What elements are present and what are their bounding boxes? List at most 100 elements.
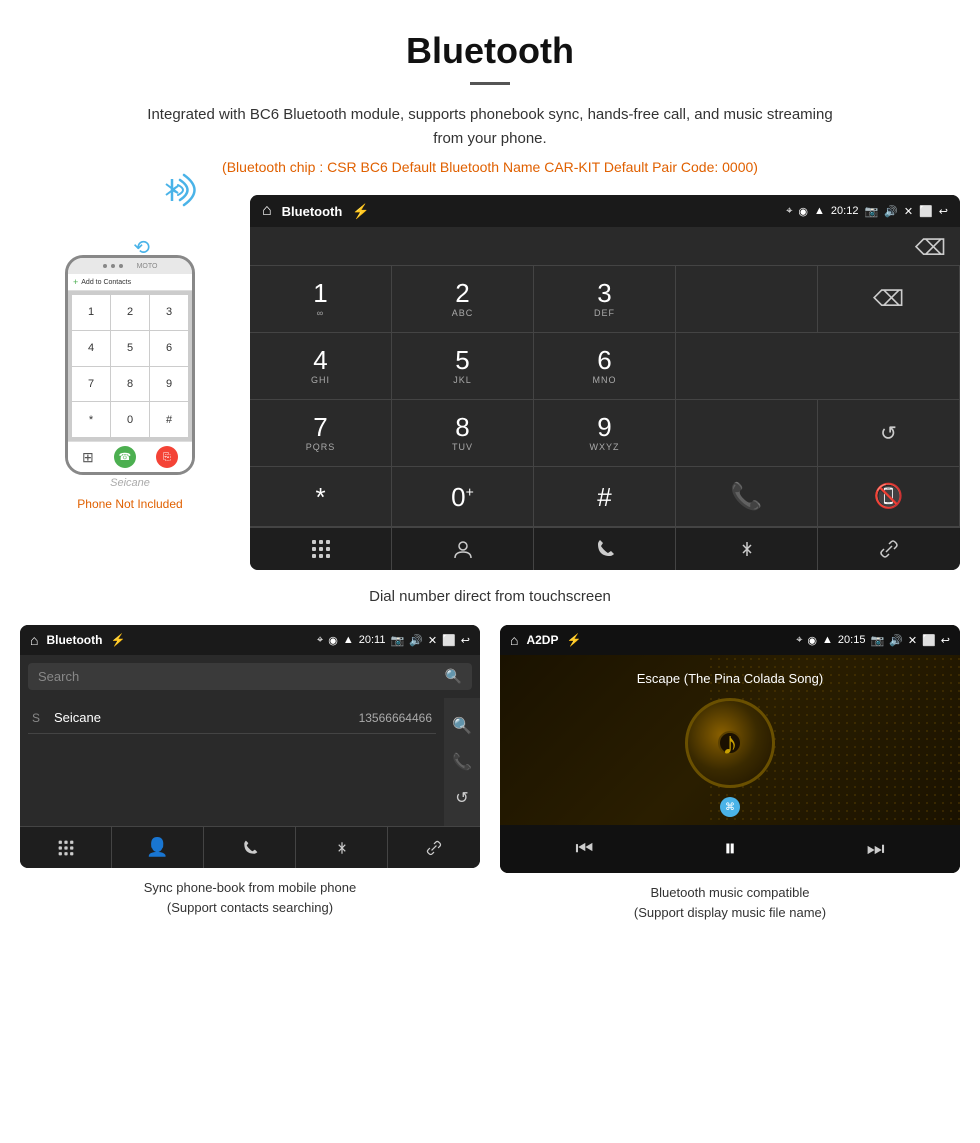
pb-tab-bar: 👤 — [20, 826, 480, 868]
empty-cell-row2 — [676, 333, 960, 400]
ms-play-pause-button[interactable]: ⏸ — [724, 835, 736, 863]
dial-key-3[interactable]: 3 DEF — [534, 266, 676, 333]
pb-side-actions: 🔍 📞 ↺ — [444, 698, 480, 826]
contacts-icon — [452, 538, 474, 560]
dial-key-7[interactable]: 7 PQRS — [250, 400, 392, 467]
tab-dialpad[interactable] — [250, 528, 392, 570]
dial-key-5[interactable]: 5 JKL — [392, 333, 534, 400]
phone-status-bar: MOTO — [68, 258, 192, 274]
pb-camera-icon: 📷 — [390, 634, 404, 647]
dial-key-star[interactable]: * — [250, 467, 392, 527]
music-panel: ⌂ A2DP ⚡ ⌖ ◉ ▲ 20:15 📷 🔊 ✕ ⬜ ↩ — [500, 625, 960, 922]
phone-mockup: MOTO + Add to Contacts 1 2 3 4 5 6 — [65, 255, 195, 475]
pb-search-action[interactable]: 🔍 — [452, 708, 472, 744]
window-icon: ⬜ — [919, 205, 933, 218]
tab-contacts[interactable] — [392, 528, 534, 570]
phone-call-button[interactable]: ☎ — [114, 446, 136, 468]
pb-call-action[interactable]: 📞 — [452, 744, 472, 780]
pb-search-bar[interactable]: Search 🔍 — [28, 663, 472, 690]
back-icon[interactable]: ↩ — [939, 205, 948, 218]
dial-key-4[interactable]: 4 GHI — [250, 333, 392, 400]
pb-location-icon: ◉ — [328, 634, 338, 647]
ms-back-icon[interactable]: ↩ — [941, 634, 950, 647]
ms-signal-icon: ▲ — [822, 634, 833, 646]
dial-key-0[interactable]: 0+ — [392, 467, 534, 527]
pb-search-icon: 🔍 — [445, 668, 462, 685]
pb-phone-icon — [241, 839, 259, 857]
backspace-button[interactable]: ⌫ — [915, 235, 946, 261]
pb-link-icon — [425, 839, 443, 857]
phonebook-panel: ⌂ Bluetooth ⚡ ⌖ ◉ ▲ 20:11 📷 🔊 ✕ ⬜ ↩ — [20, 625, 480, 922]
main-caption: Dial number direct from touchscreen — [369, 588, 611, 605]
music-screen: ⌂ A2DP ⚡ ⌖ ◉ ▲ 20:15 📷 🔊 ✕ ⬜ ↩ — [500, 625, 960, 873]
ms-home-icon[interactable]: ⌂ — [510, 632, 518, 648]
pb-contact-list: S Seicane 13566664466 — [20, 698, 444, 738]
pb-bt-icon: ⌖ — [317, 634, 323, 647]
main-content: ⟲ — [0, 185, 980, 932]
music-caption: Bluetooth music compatible (Support disp… — [634, 883, 826, 922]
pb-sync-action[interactable]: ↺ — [455, 780, 468, 816]
backspace-action[interactable]: ⌫ — [818, 266, 960, 333]
pb-tab-bt-2[interactable] — [296, 827, 388, 868]
pb-tab-calls-2[interactable] — [204, 827, 296, 868]
phonebook-caption: Sync phone-book from mobile phone (Suppo… — [144, 878, 356, 917]
call-action[interactable]: 📞 — [676, 467, 818, 527]
phonebook-screen: ⌂ Bluetooth ⚡ ⌖ ◉ ▲ 20:11 📷 🔊 ✕ ⬜ ↩ — [20, 625, 480, 868]
tab-calls[interactable] — [534, 528, 676, 570]
pb-signal-icon: ▲ — [343, 634, 354, 646]
seicane-watermark: Seicane — [110, 477, 150, 489]
dial-key-2[interactable]: 2 ABC — [392, 266, 534, 333]
link-icon — [878, 538, 900, 560]
time-display: 20:12 — [831, 205, 859, 217]
pb-home-icon[interactable]: ⌂ — [30, 632, 38, 648]
ms-camera-icon: 📷 — [870, 634, 884, 647]
bottom-section: ⌂ Bluetooth ⚡ ⌖ ◉ ▲ 20:11 📷 🔊 ✕ ⬜ ↩ — [20, 625, 960, 922]
refresh-action[interactable]: ↺ — [818, 400, 960, 467]
pb-tab-link-2[interactable] — [388, 827, 480, 868]
signal-icon: ▲ — [814, 205, 825, 217]
tab-settings-link[interactable] — [818, 528, 960, 570]
dial-key-9[interactable]: 9 WXYZ — [534, 400, 676, 467]
phone-end-button[interactable]: ⎘ — [156, 446, 178, 468]
dial-key-hash[interactable]: # — [534, 467, 676, 527]
dial-key-1[interactable]: 1 ∞ — [250, 266, 392, 333]
ms-content: Escape (The Pina Colada Song) ♪ ⌘ — [500, 655, 960, 825]
page-header: Bluetooth Integrated with BC6 Bluetooth … — [0, 0, 980, 185]
ms-controls: ⏮ ⏸ ⏭ — [500, 825, 960, 873]
tab-bluetooth[interactable] — [676, 528, 818, 570]
pb-tab-contacts-active[interactable]: 👤 — [112, 827, 204, 868]
pb-volume-icon: 🔊 — [409, 634, 423, 647]
dial-screen: ⌂ Bluetooth ⚡ ⌖ ◉ ▲ 20:12 📷 🔊 ✕ ⬜ ↩ — [250, 195, 960, 570]
ms-close-icon: ✕ — [908, 634, 917, 647]
ms-location-icon: ◉ — [807, 634, 817, 647]
end-call-action[interactable]: 📵 — [818, 467, 960, 527]
dial-key-8[interactable]: 8 TUV — [392, 400, 534, 467]
phone-screen: + Add to Contacts 1 2 3 4 5 6 7 8 9 — [68, 274, 192, 472]
pb-tab-dialpad[interactable] — [20, 827, 112, 868]
contact-letter: S — [32, 711, 48, 725]
pb-search-placeholder: Search — [38, 669, 79, 684]
usb-icon: ⚡ — [352, 203, 369, 220]
bt-waves-svg — [150, 165, 200, 215]
contact-name: Seicane — [54, 710, 359, 725]
pb-screen-title: Bluetooth — [46, 633, 102, 647]
dial-screen-title: Bluetooth — [282, 204, 343, 219]
dial-display: ⌫ — [250, 227, 960, 265]
pb-back-icon[interactable]: ↩ — [461, 634, 470, 647]
bt-signal: ⟲ — [150, 205, 210, 215]
dial-key-6[interactable]: 6 MNO — [534, 333, 676, 400]
dial-status-bar: ⌂ Bluetooth ⚡ ⌖ ◉ ▲ 20:12 📷 🔊 ✕ ⬜ ↩ — [250, 195, 960, 227]
bluetooth-tab-icon — [736, 538, 758, 560]
top-section: ⟲ — [20, 195, 960, 570]
home-icon[interactable]: ⌂ — [262, 202, 272, 220]
ms-bt-status-icon: ⌖ — [796, 634, 802, 647]
dial-tab-bar — [250, 527, 960, 570]
phone-dialpad: 1 2 3 4 5 6 7 8 9 * 0 # — [68, 291, 192, 441]
pb-content-row: S Seicane 13566664466 🔍 📞 ↺ — [20, 698, 480, 826]
empty-cell-row3 — [676, 400, 818, 467]
ms-next-button[interactable]: ⏭ — [867, 838, 885, 861]
ms-prev-button[interactable]: ⏮ — [575, 838, 593, 861]
close-icon: ✕ — [904, 205, 913, 218]
list-item[interactable]: S Seicane 13566664466 — [28, 702, 436, 734]
dialpad-icon — [310, 538, 332, 560]
